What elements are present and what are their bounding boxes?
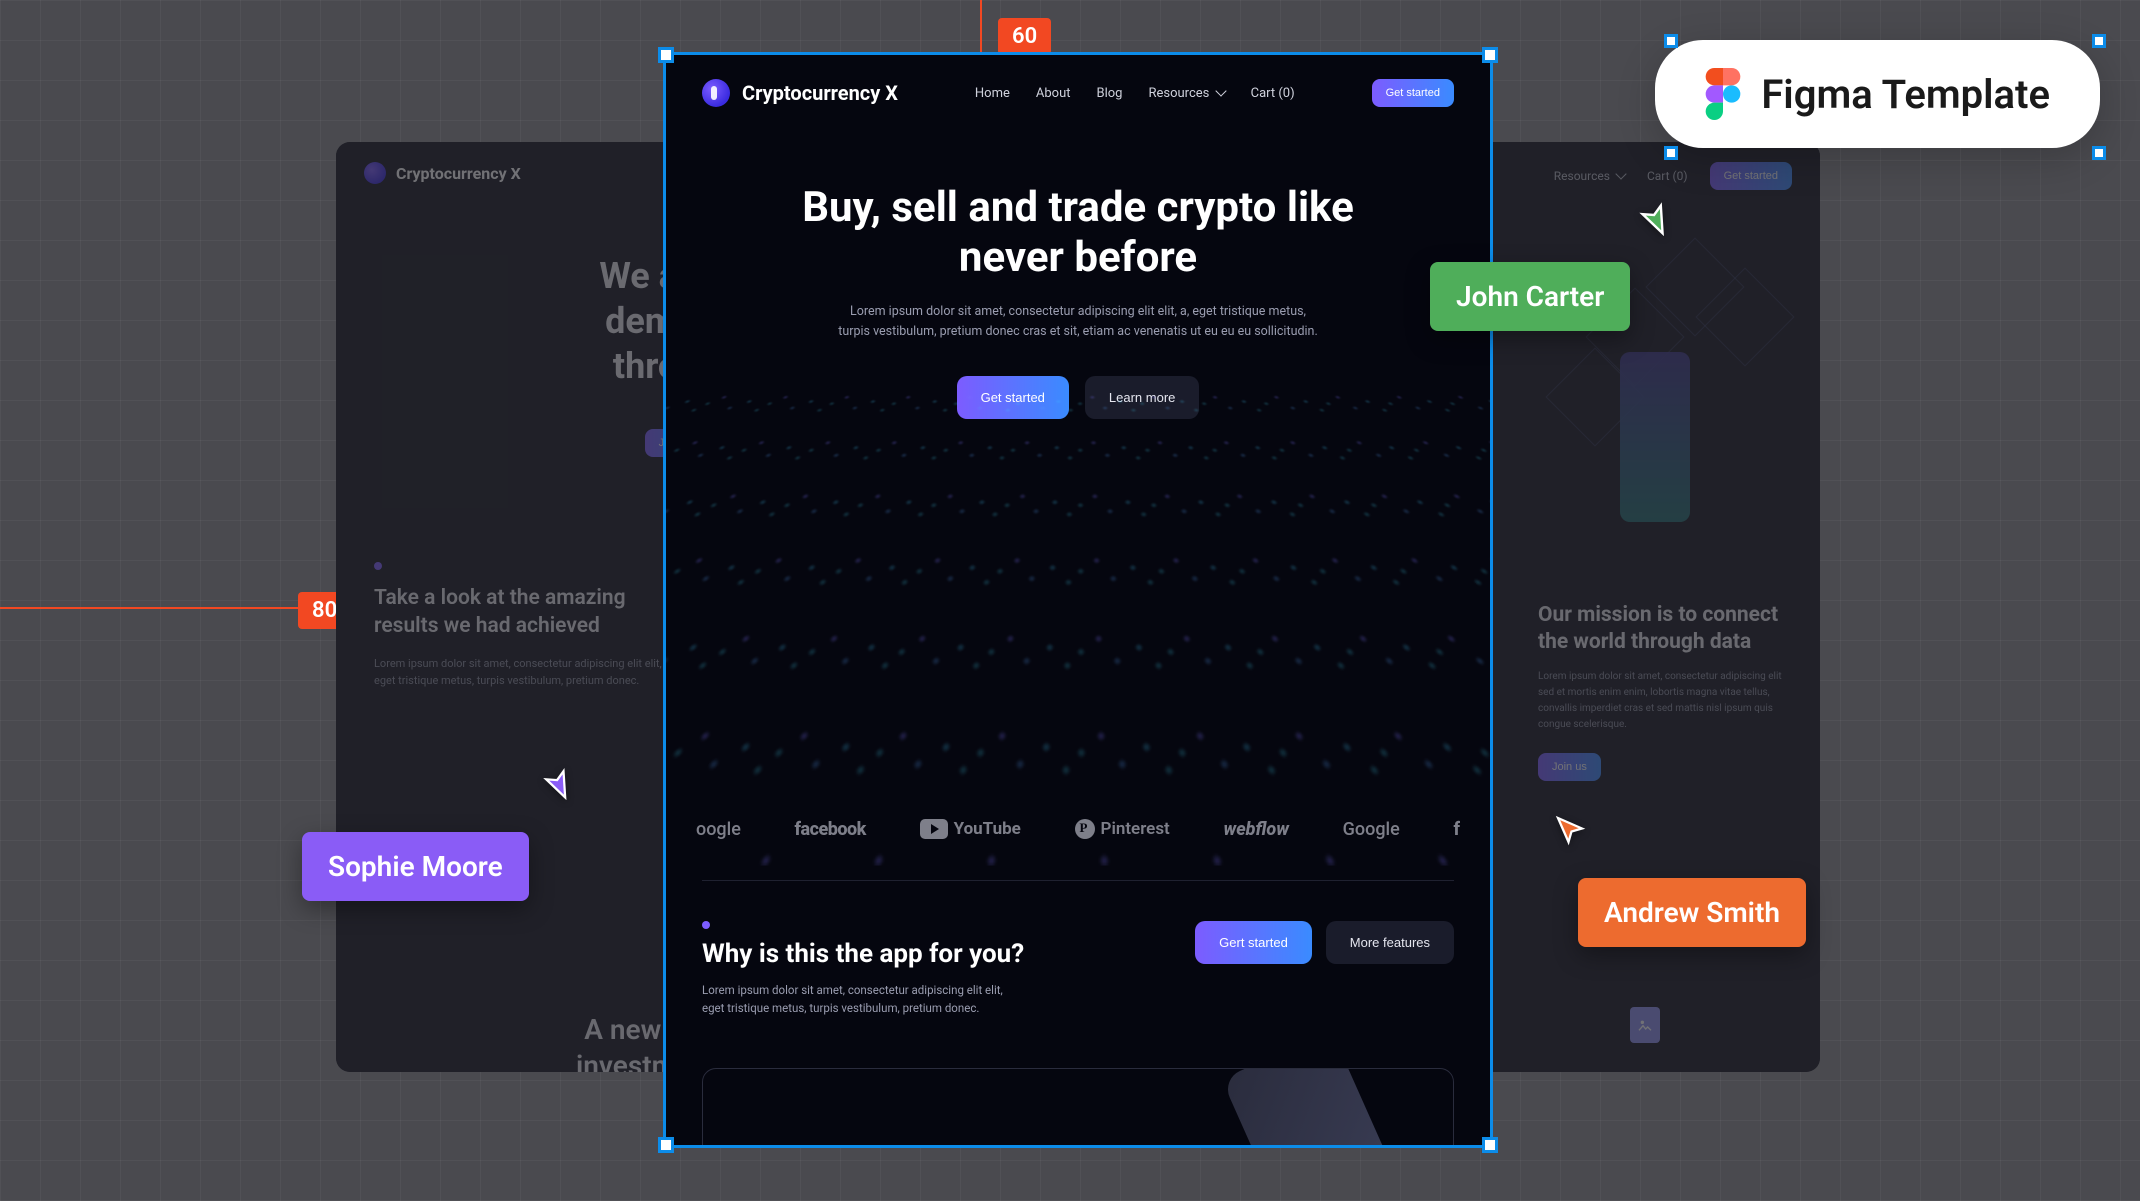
main-nav: Cryptocurrency X Home About Blog Resourc… <box>666 55 1490 131</box>
bg-right-get-started-button: Get started <box>1710 162 1792 190</box>
spacing-guide-horizontal <box>0 607 336 609</box>
particle-wave-decoration <box>666 385 1490 865</box>
logo-google: Google <box>1343 819 1400 840</box>
purple-dot-icon <box>702 921 710 929</box>
logo-youtube: YouTube <box>920 819 1021 839</box>
brand-logo-icon <box>702 79 730 107</box>
main-brand-text: Cryptocurrency X <box>742 81 898 105</box>
hero-title: Buy, sell and trade crypto like never be… <box>746 183 1410 284</box>
selection-handle-tl[interactable] <box>658 47 674 63</box>
nav-cta-button[interactable]: Get started <box>1372 79 1454 107</box>
brand-logo-row: oogle facebook YouTube Pinterest webflow… <box>666 819 1490 840</box>
nav-cart[interactable]: Cart (0) <box>1251 86 1295 101</box>
why-title: Why is this the app for you? <box>702 939 1024 969</box>
nav-resources[interactable]: Resources <box>1148 86 1224 101</box>
logo-webflow: webflow <box>1223 819 1289 840</box>
main-brand[interactable]: Cryptocurrency X <box>702 79 898 107</box>
pill-handle-br[interactable] <box>2092 146 2106 160</box>
pill-handle-bl[interactable] <box>1664 146 1678 160</box>
divider-line <box>702 880 1454 881</box>
selection-handle-tr[interactable] <box>1482 47 1498 63</box>
bg-right-nav-cart: Cart (0) <box>1647 169 1688 183</box>
chevron-down-icon <box>1615 168 1626 179</box>
bg-left-stats-sub: Lorem ipsum dolor sit amet, consectetur … <box>374 655 684 690</box>
collaborator-tag-john[interactable]: John Carter <box>1430 262 1630 331</box>
selection-handle-bl[interactable] <box>658 1137 674 1153</box>
hero-section: Buy, sell and trade crypto like never be… <box>666 131 1490 419</box>
cursor-sophie <box>540 764 576 804</box>
logo-pinterest: Pinterest <box>1075 819 1170 839</box>
collaborator-tag-andrew[interactable]: Andrew Smith <box>1578 878 1806 947</box>
why-get-started-button[interactable]: Gert started <box>1195 921 1312 964</box>
why-subtitle: Lorem ipsum dolor sit amet, consectetur … <box>702 981 1022 1018</box>
figma-logo-icon <box>1705 68 1741 120</box>
cursor-andrew <box>1552 812 1588 852</box>
bg-right-nav-resources: Resources <box>1554 169 1625 183</box>
nav-home[interactable]: Home <box>975 86 1010 101</box>
bg-right-mission-title: Our mission is to connect the world thro… <box>1538 602 1788 657</box>
youtube-icon <box>920 819 948 839</box>
logo-google-cut: oogle <box>696 819 741 840</box>
collaborator-tag-sophie[interactable]: Sophie Moore <box>302 832 529 901</box>
logo-facebook: facebook <box>795 819 866 840</box>
pill-handle-tl[interactable] <box>1664 34 1678 48</box>
feature-card[interactable]: Easy to create wallet <box>702 1068 1454 1145</box>
bg-right-mission-sub: Lorem ipsum dolor sit amet, consectetur … <box>1538 669 1788 733</box>
bg-right-join-button: Join us <box>1538 753 1601 781</box>
pinterest-icon <box>1075 819 1095 839</box>
bg-left-brand-text: Cryptocurrency X <box>396 164 521 183</box>
hero-subtitle: Lorem ipsum dolor sit amet, consectetur … <box>838 302 1318 342</box>
nav-about[interactable]: About <box>1036 86 1071 101</box>
purple-dot-icon <box>374 562 382 570</box>
selected-frame[interactable]: Cryptocurrency X Home About Blog Resourc… <box>666 55 1490 1145</box>
nav-blog[interactable]: Blog <box>1097 86 1123 101</box>
why-more-features-button[interactable]: More features <box>1326 921 1454 964</box>
why-section: Why is this the app for you? Lorem ipsum… <box>666 921 1490 1038</box>
placeholder-image-icon <box>1630 1007 1660 1043</box>
logo-facebook-cut: f <box>1453 819 1460 840</box>
figma-template-badge[interactable]: Figma Template <box>1655 40 2100 148</box>
brand-logo-icon <box>364 162 386 184</box>
chevron-down-icon <box>1215 85 1226 96</box>
cursor-john <box>1636 198 1674 240</box>
pill-handle-tr[interactable] <box>2092 34 2106 48</box>
bg-left-brand: Cryptocurrency X <box>364 162 521 184</box>
bg-left-stats-title: Take a look at the amazing results we ha… <box>374 584 684 641</box>
spacing-guide-vertical <box>980 0 982 56</box>
phone-illustration <box>1222 1068 1405 1145</box>
figma-template-label: Figma Template <box>1761 71 2050 118</box>
selection-handle-br[interactable] <box>1482 1137 1498 1153</box>
measurement-badge-top: 60 <box>998 18 1051 55</box>
